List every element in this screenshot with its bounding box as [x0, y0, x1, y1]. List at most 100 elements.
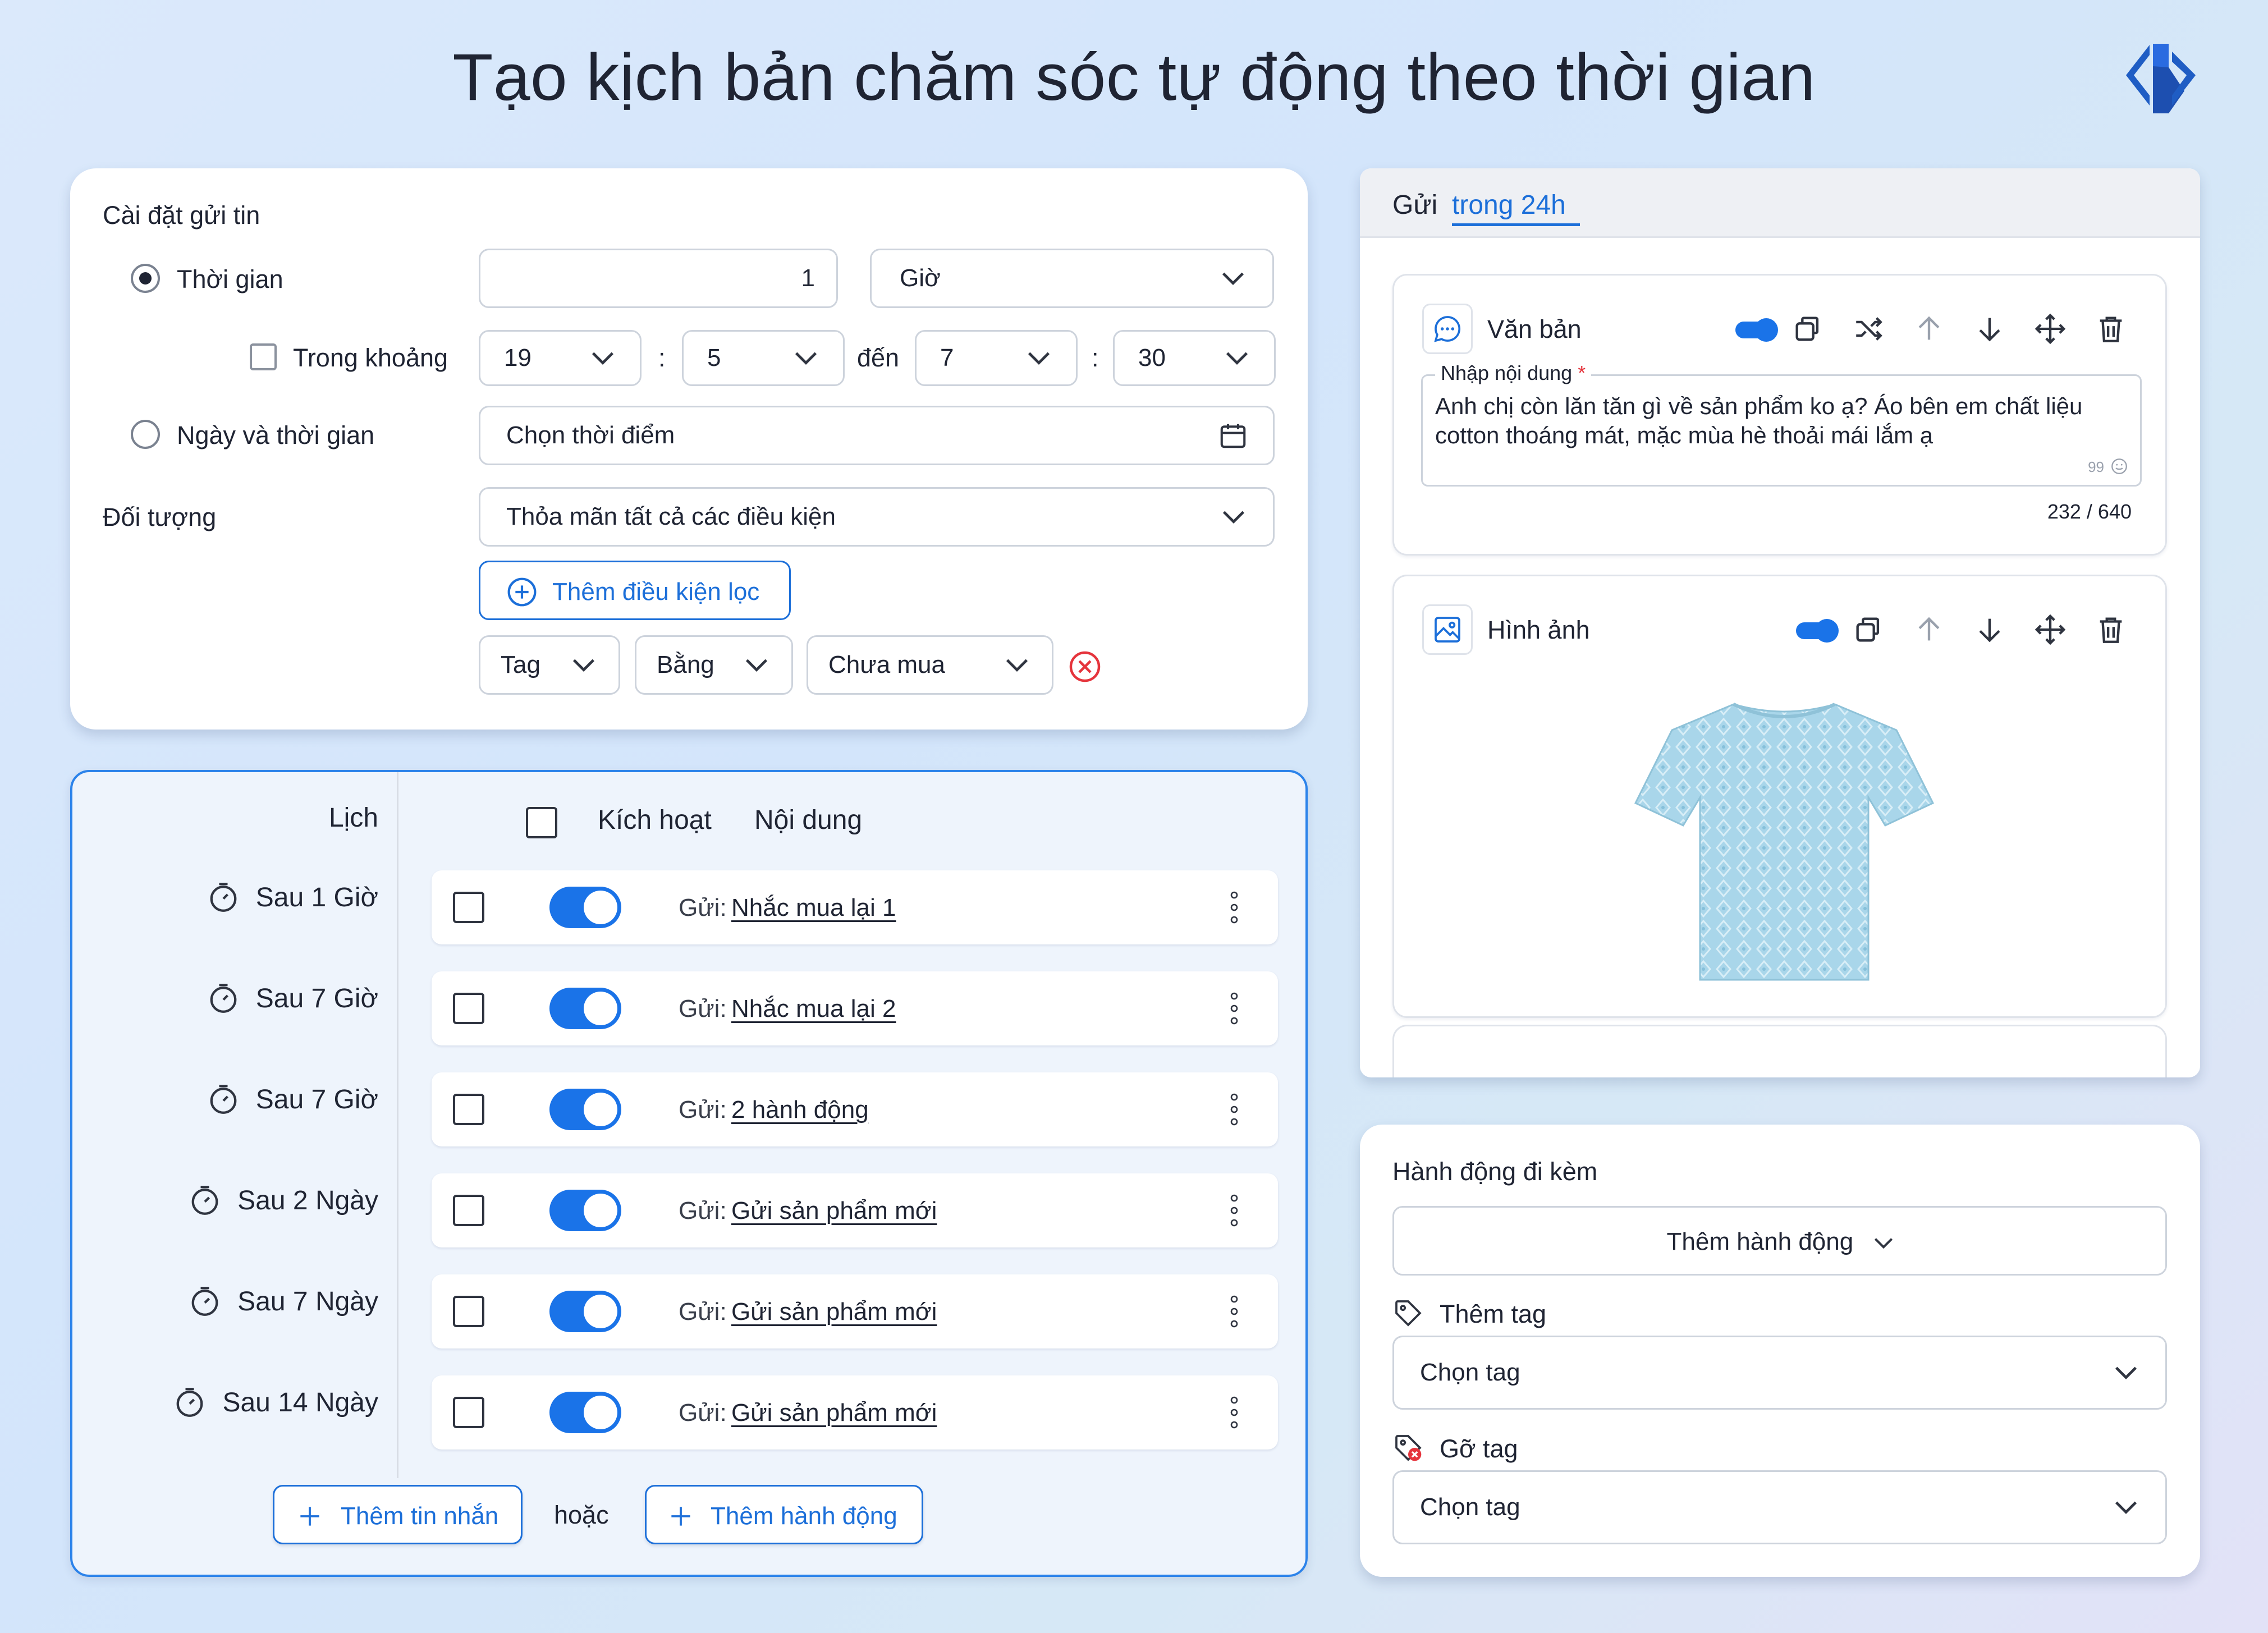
drag-move-icon[interactable] — [2034, 613, 2067, 646]
timer-icon — [210, 883, 237, 912]
duplicate-icon[interactable] — [1792, 313, 1824, 345]
row-send-prefix: Gửi: — [679, 1399, 727, 1426]
schedule-delay: Sau 7 Giờ — [207, 981, 378, 1015]
target-condition-select[interactable]: Thỏa mãn tất cả các điều kiện — [479, 487, 1275, 547]
timer-icon — [177, 1388, 203, 1417]
text-block-toggle[interactable] — [1735, 318, 1778, 342]
tag-remove-icon — [1395, 1435, 1422, 1461]
active-column-header: Kích hoạt — [598, 805, 712, 835]
brand-logo — [2122, 39, 2200, 118]
image-block: Hình ảnh — [1392, 575, 2167, 1018]
move-up-icon[interactable] — [1913, 613, 1945, 646]
image-block-toggle[interactable] — [1796, 619, 1839, 643]
select-all-checkbox[interactable] — [526, 807, 557, 838]
row-checkbox[interactable] — [453, 993, 484, 1024]
range-to-hour-select[interactable]: 7 — [915, 330, 1078, 386]
remove-filter-icon[interactable] — [1068, 650, 1102, 684]
time-value-input[interactable]: 1 — [479, 249, 838, 308]
row-content-link[interactable]: Nhắc mua lại 2 — [731, 995, 896, 1023]
row-checkbox[interactable] — [453, 1296, 484, 1327]
row-active-toggle[interactable] — [549, 988, 621, 1029]
schedule-row: Gửi: Gửi sản phẩm mới — [432, 1173, 1278, 1247]
row-active-toggle[interactable] — [549, 887, 621, 928]
range-from-min-select[interactable]: 5 — [682, 330, 845, 386]
filter-value-select[interactable]: Chưa mua — [807, 635, 1053, 695]
row-checkbox[interactable] — [453, 892, 484, 923]
add-tag-placeholder: Chọn tag — [1420, 1359, 1520, 1386]
trash-icon[interactable] — [2095, 313, 2127, 345]
schedule-card: Lịch Kích hoạt Nội dung Sau 1 Giờ Gửi: Nhắ… — [70, 770, 1308, 1577]
move-down-icon[interactable] — [1973, 613, 2006, 646]
range-from-hour-select[interactable]: 19 — [479, 330, 642, 386]
datetime-radio[interactable] — [131, 420, 160, 449]
filter-field-text: Tag — [501, 651, 540, 678]
calendar-icon[interactable] — [1218, 420, 1248, 451]
time-unit-text: Giờ — [900, 264, 941, 292]
schedule-delay-text: Sau 1 Giờ — [255, 882, 378, 912]
row-content-link[interactable]: 2 hành động — [731, 1096, 869, 1124]
image-icon — [1435, 617, 1460, 643]
row-send-prefix: Gửi: — [679, 995, 727, 1022]
row-content-link[interactable]: Nhắc mua lại 1 — [731, 894, 896, 922]
trash-icon[interactable] — [2095, 613, 2127, 646]
row-send-prefix: Gửi: — [679, 1197, 727, 1224]
row-send-prefix: Gửi: — [679, 894, 727, 921]
more-vertical-icon[interactable] — [1227, 889, 1241, 925]
add-tag-label: Thêm tag — [1440, 1300, 1547, 1328]
row-active-toggle[interactable] — [549, 1190, 621, 1231]
row-active-toggle[interactable] — [549, 1291, 621, 1332]
filter-field-select[interactable]: Tag — [479, 635, 620, 695]
row-active-toggle[interactable] — [549, 1392, 621, 1433]
range-from-hour-text: 19 — [504, 344, 532, 371]
schedule-delay-text: Sau 7 Giờ — [255, 983, 378, 1013]
more-vertical-icon[interactable] — [1227, 1091, 1241, 1127]
message-textarea[interactable]: Nhập nội dung * Anh chị còn lăn tăn gì v… — [1421, 361, 2142, 487]
chevron-down-icon — [1875, 1238, 1893, 1249]
more-vertical-icon[interactable] — [1227, 1192, 1241, 1228]
duplicate-icon[interactable] — [1852, 613, 1885, 646]
emoji-icon[interactable] — [2110, 457, 2129, 476]
move-down-icon[interactable] — [1973, 313, 2006, 345]
message-card-header: Gửi trong 24h — [1360, 168, 2200, 238]
row-send-prefix: Gửi: — [679, 1298, 727, 1325]
chevron-down-icon — [2115, 1366, 2137, 1380]
row-content-link[interactable]: Gửi sản phẩm mới — [731, 1298, 937, 1326]
add-filter-button[interactable]: Thêm điều kiện lọc — [479, 561, 791, 620]
page-title: Tạo kịch bản chăm sóc tự động theo thời … — [452, 40, 1816, 114]
drag-move-icon[interactable] — [2034, 313, 2067, 345]
row-content-link[interactable]: Gửi sản phẩm mới — [731, 1399, 937, 1427]
range-to-min-select[interactable]: 30 — [1113, 330, 1276, 386]
row-checkbox[interactable] — [453, 1397, 484, 1428]
add-action-button[interactable]: Thêm hành động — [645, 1485, 923, 1544]
remove-tag-select[interactable]: Chọn tag — [1392, 1470, 2167, 1544]
schedule-delay-text: Sau 14 Ngày — [222, 1387, 378, 1418]
send-window-tab[interactable]: trong 24h — [1452, 190, 1566, 221]
timer-icon — [210, 1085, 237, 1114]
send-window-tab-underline — [1452, 223, 1580, 226]
move-up-icon[interactable] — [1913, 313, 1945, 345]
row-content-link[interactable]: Gửi sản phẩm mới — [731, 1197, 937, 1225]
time-unit-select[interactable]: Giờ — [870, 249, 1274, 308]
chat-bubble-icon — [1434, 316, 1461, 342]
more-vertical-icon[interactable] — [1227, 1293, 1241, 1329]
more-vertical-icon[interactable] — [1227, 990, 1241, 1026]
filter-operator-select[interactable]: Bằng — [635, 635, 793, 695]
time-radio[interactable] — [131, 264, 160, 293]
chevron-down-icon — [1006, 659, 1028, 672]
row-active-toggle[interactable] — [549, 1089, 621, 1130]
shuffle-icon[interactable] — [1852, 313, 1885, 345]
range-label: Trong khoảng — [293, 343, 448, 372]
more-vertical-icon[interactable] — [1227, 1395, 1241, 1430]
datetime-radio-label: Ngày và thời gian — [177, 421, 375, 449]
row-checkbox[interactable] — [453, 1094, 484, 1125]
range-checkbox[interactable] — [250, 343, 277, 370]
schedule-divider — [397, 772, 398, 1478]
text-block: Văn bản Nhập nội dung * Anh chị còn lăn … — [1392, 274, 2167, 556]
add-action-dropdown[interactable]: Thêm hành động — [1392, 1206, 2167, 1276]
add-tag-select[interactable]: Chọn tag — [1392, 1336, 2167, 1410]
text-block-icon-box — [1422, 304, 1473, 354]
add-message-button[interactable]: Thêm tin nhắn — [273, 1485, 523, 1544]
row-checkbox[interactable] — [453, 1195, 484, 1226]
actions-heading: Hành động đi kèm — [1392, 1157, 1598, 1186]
datetime-picker-input[interactable]: Chọn thời điểm — [479, 406, 1275, 465]
